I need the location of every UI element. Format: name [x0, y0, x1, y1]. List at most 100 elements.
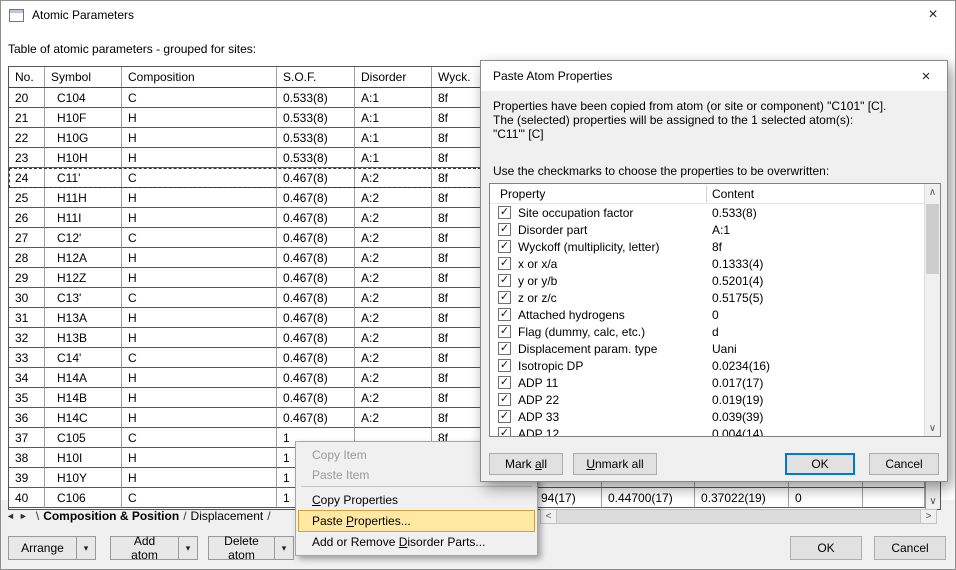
cell-composition[interactable]: H [122, 128, 277, 148]
cell-disorder[interactable]: A:2 [355, 368, 432, 388]
tab-nav-right-icon[interactable]: ► [19, 511, 28, 521]
cell-wyck[interactable]: 8f [432, 348, 481, 368]
close-icon[interactable]: × [910, 0, 956, 30]
cell-attached-h[interactable]: 0 [789, 488, 863, 508]
cell-composition[interactable]: C [122, 288, 277, 308]
cell-disorder[interactable]: A:2 [355, 408, 432, 428]
cell-no[interactable]: 40 [9, 488, 45, 508]
cell-no[interactable]: 34 [9, 368, 45, 388]
property-checkbox[interactable]: ✓ [498, 410, 511, 423]
ok-button[interactable]: OK [790, 536, 862, 560]
cell-wyck[interactable]: 8f [432, 168, 481, 188]
dropdown-arrow-icon[interactable]: ▾ [179, 543, 197, 554]
cell-wyck[interactable]: 8f [432, 388, 481, 408]
cell-composition[interactable]: H [122, 208, 277, 228]
cell-disorder[interactable]: A:2 [355, 248, 432, 268]
cell-composition[interactable]: C [122, 88, 277, 108]
cell-no[interactable]: 26 [9, 208, 45, 228]
cell-composition[interactable]: H [122, 408, 277, 428]
property-row[interactable]: ✓ Displacement param. type Uani [490, 340, 924, 357]
cell-no[interactable]: 20 [9, 88, 45, 108]
cell-sof[interactable]: 0.467(8) [277, 208, 355, 228]
property-row[interactable]: ✓ Disorder part A:1 [490, 221, 924, 238]
cell-no[interactable]: 31 [9, 308, 45, 328]
close-icon[interactable]: × [905, 61, 947, 91]
scroll-up-icon[interactable]: ∧ [925, 184, 940, 200]
property-row[interactable]: ✓ Site occupation factor 0.533(8) [490, 204, 924, 221]
cell-wyck[interactable]: 8f [432, 288, 481, 308]
property-row[interactable]: ✓ z or z/c 0.5175(5) [490, 289, 924, 306]
property-checkbox[interactable]: ✓ [498, 223, 511, 236]
cell-composition[interactable]: H [122, 308, 277, 328]
cell-composition[interactable]: H [122, 388, 277, 408]
cell-symbol[interactable]: H10Y [45, 468, 122, 488]
property-checkbox[interactable]: ✓ [498, 308, 511, 321]
cell-sof[interactable]: 0.467(8) [277, 348, 355, 368]
cell-disorder[interactable]: A:2 [355, 188, 432, 208]
cell-symbol[interactable]: H11H [45, 188, 122, 208]
cell-composition[interactable]: H [122, 148, 277, 168]
cell-wyck[interactable]: 8f [432, 328, 481, 348]
listbox-scrollbar[interactable]: ∧ ∨ [924, 184, 940, 436]
tab-nav-left-icon[interactable]: ◄ [6, 511, 15, 521]
delete-atom-button[interactable]: Delete atom ▾ [208, 536, 294, 560]
cell-composition[interactable]: H [122, 248, 277, 268]
cell-disorder[interactable]: A:2 [355, 228, 432, 248]
property-row[interactable]: ✓ ADP 33 0.039(39) [490, 408, 924, 425]
cell-sof[interactable]: 0.467(8) [277, 368, 355, 388]
cell-disorder[interactable]: A:2 [355, 168, 432, 188]
property-row[interactable]: ✓ Flag (dummy, calc, etc.) d [490, 323, 924, 340]
property-row[interactable]: ✓ ADP 11 0.017(17) [490, 374, 924, 391]
scroll-down-icon[interactable]: ∨ [926, 493, 940, 509]
cell-no[interactable]: 32 [9, 328, 45, 348]
cell-wyck[interactable]: 8f [432, 408, 481, 428]
cancel-button[interactable]: Cancel [869, 453, 939, 475]
cell-symbol[interactable]: C13' [45, 288, 122, 308]
cell-sof[interactable]: 0.467(8) [277, 308, 355, 328]
property-checkbox[interactable]: ✓ [498, 291, 511, 304]
add-atom-button[interactable]: Add atom ▾ [110, 536, 198, 560]
property-checkbox[interactable]: ✓ [498, 376, 511, 389]
scroll-down-icon[interactable]: ∨ [925, 420, 940, 436]
cell-disorder[interactable]: A:2 [355, 328, 432, 348]
cell-no[interactable]: 30 [9, 288, 45, 308]
property-checkbox[interactable]: ✓ [498, 325, 511, 338]
cell-composition[interactable]: C [122, 428, 277, 448]
cell-no[interactable]: 22 [9, 128, 45, 148]
cell-symbol[interactable]: C12' [45, 228, 122, 248]
cell-symbol[interactable]: H10H [45, 148, 122, 168]
cell-composition[interactable]: H [122, 328, 277, 348]
cell-wyck[interactable]: 8f [432, 248, 481, 268]
cell-symbol[interactable]: H14B [45, 388, 122, 408]
cell-disorder[interactable]: A:2 [355, 208, 432, 228]
cell-symbol[interactable]: H12Z [45, 268, 122, 288]
cell-wyck[interactable]: 8f [432, 88, 481, 108]
cell-wyck[interactable]: 8f [432, 308, 481, 328]
cell-no[interactable]: 21 [9, 108, 45, 128]
property-checkbox[interactable]: ✓ [498, 206, 511, 219]
cell-symbol[interactable]: C11' [45, 168, 122, 188]
cell-no[interactable]: 23 [9, 148, 45, 168]
cell-symbol[interactable]: H11I [45, 208, 122, 228]
cell-composition[interactable]: C [122, 168, 277, 188]
cell-disorder[interactable]: A:2 [355, 388, 432, 408]
cell-composition[interactable]: H [122, 188, 277, 208]
cell-symbol[interactable]: H13A [45, 308, 122, 328]
cell-disorder[interactable]: A:1 [355, 108, 432, 128]
cell-no[interactable]: 35 [9, 388, 45, 408]
cell-no[interactable]: 28 [9, 248, 45, 268]
cell-disorder[interactable]: A:1 [355, 128, 432, 148]
cancel-button[interactable]: Cancel [874, 536, 946, 560]
cell-disorder[interactable]: A:2 [355, 288, 432, 308]
cell-sof[interactable]: 0.467(8) [277, 188, 355, 208]
cell-sof[interactable]: 0.467(8) [277, 388, 355, 408]
cell-composition[interactable]: C [122, 348, 277, 368]
cell-symbol[interactable]: C14' [45, 348, 122, 368]
cell-no[interactable]: 37 [9, 428, 45, 448]
cell-symbol[interactable]: H14A [45, 368, 122, 388]
cell-sof[interactable]: 0.533(8) [277, 108, 355, 128]
cell-symbol[interactable]: C105 [45, 428, 122, 448]
cell-composition[interactable]: C [122, 488, 277, 508]
cell-composition[interactable]: H [122, 268, 277, 288]
cell-y[interactable]: 0.44700(17) [602, 488, 695, 508]
